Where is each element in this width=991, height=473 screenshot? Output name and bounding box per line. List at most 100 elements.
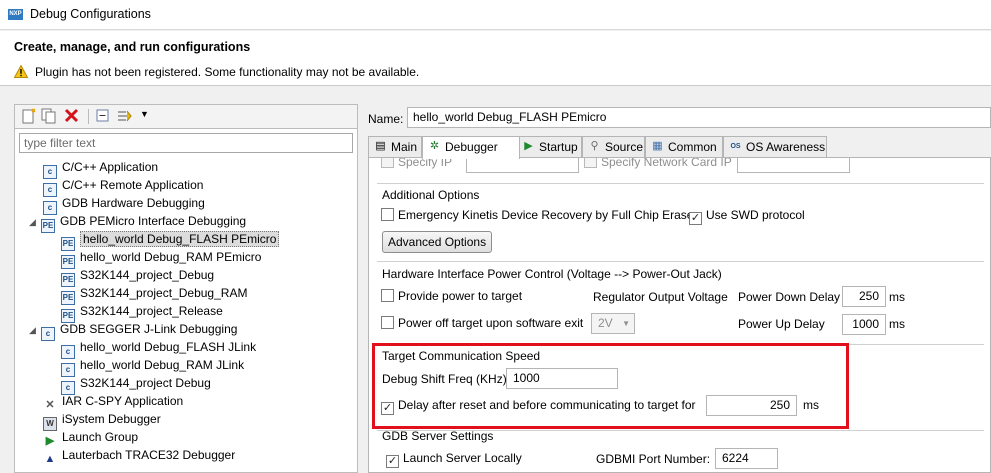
power-off-option[interactable]: Power off target upon software exit bbox=[381, 316, 583, 330]
tree-item[interactable]: PE hello_world Debug_FLASH PEmicro bbox=[15, 230, 357, 251]
new-config-icon[interactable] bbox=[20, 108, 38, 124]
tree-item-label: iSystem Debugger bbox=[62, 412, 161, 426]
os-icon: OS bbox=[730, 143, 741, 150]
tree-item[interactable]: c hello_world Debug_FLASH JLink bbox=[15, 338, 357, 359]
name-label: Name: bbox=[368, 112, 404, 126]
provide-power-checkbox[interactable] bbox=[381, 289, 394, 302]
tab-common[interactable]: ▦ Common bbox=[645, 136, 723, 158]
highlight-box bbox=[372, 343, 849, 429]
power-up-delay-input[interactable]: 1000 bbox=[842, 314, 886, 335]
gdbmi-port-input[interactable]: 6224 bbox=[715, 448, 778, 469]
tab-main[interactable]: ▤ Main bbox=[368, 136, 422, 158]
power-control-title: Hardware Interface Power Control (Voltag… bbox=[382, 267, 722, 281]
power-down-delay-label: Power Down Delay bbox=[738, 290, 841, 304]
tree-item[interactable]: ▶ Launch Group bbox=[15, 428, 357, 447]
emergency-recovery-option[interactable]: Emergency Kinetis Device Recovery by Ful… bbox=[381, 208, 693, 222]
tree-item-label: GDB SEGGER J-Link Debugging bbox=[60, 322, 238, 336]
specify-card-ip-option[interactable]: Specify Network Card IP bbox=[584, 158, 732, 169]
tree-item-label: GDB Hardware Debugging bbox=[62, 196, 205, 210]
header-title: Create, manage, and run configurations bbox=[14, 40, 251, 54]
filter-icon[interactable] bbox=[116, 108, 134, 124]
lauterbach-icon: ▲ bbox=[44, 453, 56, 465]
tree-item[interactable]: ◢ PE GDB PEMicro Interface Debugging bbox=[15, 212, 357, 233]
dropdown-arrow-icon[interactable]: ▼ bbox=[140, 109, 149, 119]
ip-field[interactable] bbox=[466, 158, 579, 173]
warning-icon bbox=[14, 65, 28, 78]
config-name-input[interactable]: hello_world Debug_FLASH PEmicro bbox=[407, 107, 991, 128]
tree-item[interactable]: c hello_world Debug_RAM JLink bbox=[15, 356, 357, 377]
gdb-server-title: GDB Server Settings bbox=[382, 429, 494, 443]
tree-item-label: C/C++ Application bbox=[62, 160, 159, 174]
use-swd-checkbox[interactable]: ✓ bbox=[689, 212, 702, 225]
duplicate-icon[interactable] bbox=[40, 108, 58, 124]
tree-item[interactable]: ▲ Lauterbach TRACE32 Debugger bbox=[15, 446, 357, 465]
tab-startup[interactable]: ▶ Startup bbox=[516, 136, 582, 158]
config-toolbar: ▼ bbox=[14, 104, 358, 128]
bug-icon: ✲ bbox=[429, 140, 440, 152]
specify-ip-checkbox[interactable] bbox=[381, 158, 394, 168]
tree-item-label: Launch Group bbox=[62, 430, 139, 444]
emergency-recovery-checkbox[interactable] bbox=[381, 208, 394, 221]
power-off-checkbox[interactable] bbox=[381, 316, 394, 329]
tree-item-label: Lauterbach TRACE32 Debugger bbox=[62, 448, 236, 462]
tree-item-label: GDB PEMicro Interface Debugging bbox=[60, 214, 247, 228]
nxp-logo-icon: NXP bbox=[8, 9, 23, 20]
source-icon: ⚲ bbox=[590, 140, 599, 152]
filter-input[interactable] bbox=[19, 133, 353, 153]
tree-item-label: hello_world Debug_FLASH JLink bbox=[80, 340, 257, 354]
voltage-select[interactable]: 2V ▼ bbox=[591, 313, 635, 334]
tree-item-label: S32K144_project_Debug_RAM bbox=[80, 286, 248, 300]
regulator-voltage-label: Regulator Output Voltage bbox=[593, 290, 728, 304]
tree-item[interactable]: c GDB Hardware Debugging bbox=[15, 194, 357, 215]
expand-twistie-icon[interactable]: ◢ bbox=[29, 213, 41, 231]
card-ip-field[interactable] bbox=[737, 158, 850, 173]
tree-item-label: S32K144_project_Debug bbox=[80, 268, 215, 282]
tree-item[interactable]: c S32K144_project Debug bbox=[15, 374, 357, 395]
tree-item[interactable]: ◢ c GDB SEGGER J-Link Debugging bbox=[15, 320, 357, 341]
tree-item[interactable]: c C/C++ Remote Application bbox=[15, 176, 357, 197]
launch-server-checkbox[interactable]: ✓ bbox=[386, 455, 399, 468]
expand-twistie-icon[interactable]: ◢ bbox=[29, 321, 41, 339]
tree-item-label: S32K144_project_Release bbox=[80, 304, 223, 318]
advanced-options-button[interactable]: Advanced Options bbox=[382, 231, 493, 253]
tree-item[interactable]: ✕ IAR C-SPY Application bbox=[15, 392, 357, 411]
power-down-delay-input[interactable]: 250 bbox=[842, 286, 886, 307]
window-title: Debug Configurations bbox=[30, 7, 151, 21]
launch-server-option[interactable]: ✓ Launch Server Locally bbox=[386, 451, 522, 468]
delete-icon[interactable] bbox=[63, 108, 81, 124]
warning-message: Plugin has not been registered. Some fun… bbox=[35, 65, 420, 79]
collapse-all-icon[interactable] bbox=[94, 108, 112, 124]
common-icon: ▦ bbox=[652, 140, 663, 152]
specify-card-ip-checkbox[interactable] bbox=[584, 158, 597, 168]
tab-debugger[interactable]: ✲ Debugger bbox=[422, 136, 520, 159]
group-divider bbox=[377, 183, 984, 184]
provide-power-option[interactable]: Provide power to target bbox=[381, 289, 522, 303]
power-down-unit: ms bbox=[889, 290, 905, 304]
tree-item-label: S32K144_project Debug bbox=[80, 376, 211, 390]
config-tree: c C/C++ Application c C/C++ Remote Applicat… bbox=[15, 158, 357, 465]
tree-item[interactable]: PE S32K144_project_Release bbox=[15, 302, 357, 323]
tree-item[interactable]: PE S32K144_project_Debug bbox=[15, 266, 357, 287]
tree-item-label: IAR C-SPY Application bbox=[62, 394, 184, 408]
main-tab-icon: ▤ bbox=[375, 140, 386, 152]
tree-item[interactable]: c C/C++ Application bbox=[15, 158, 357, 179]
chevron-down-icon: ▼ bbox=[622, 319, 630, 328]
tree-item[interactable]: PE hello_world Debug_RAM PEmicro bbox=[15, 248, 357, 269]
additional-options-title: Additional Options bbox=[382, 188, 480, 202]
config-tree-panel: cC/C++ ApplicationcC/C++ Remote Applicat… bbox=[14, 128, 358, 473]
toolbar-separator bbox=[88, 109, 89, 124]
tab-os-awareness[interactable]: OS OS Awareness bbox=[723, 136, 827, 158]
power-up-delay-label: Power Up Delay bbox=[738, 317, 825, 331]
use-swd-option[interactable]: ✓ Use SWD protocol bbox=[689, 208, 805, 225]
tab-source[interactable]: ⚲ Source bbox=[582, 136, 645, 158]
tree-item[interactable]: PE S32K144_project_Debug_RAM bbox=[15, 284, 357, 305]
gdbmi-port-label: GDBMI Port Number: bbox=[596, 452, 711, 466]
tree-item-label: hello_world Debug_RAM JLink bbox=[80, 358, 245, 372]
tree-item[interactable]: WiSystem Debugger bbox=[15, 410, 357, 431]
play-icon: ▶ bbox=[524, 140, 533, 152]
dialog-header: Create, manage, and run configurations P… bbox=[0, 31, 991, 86]
c-icon: c bbox=[41, 327, 55, 341]
tree-item-label: hello_world Debug_RAM PEmicro bbox=[80, 250, 262, 264]
group-divider bbox=[377, 261, 984, 262]
title-bar: NXP Debug Configurations bbox=[0, 0, 991, 30]
